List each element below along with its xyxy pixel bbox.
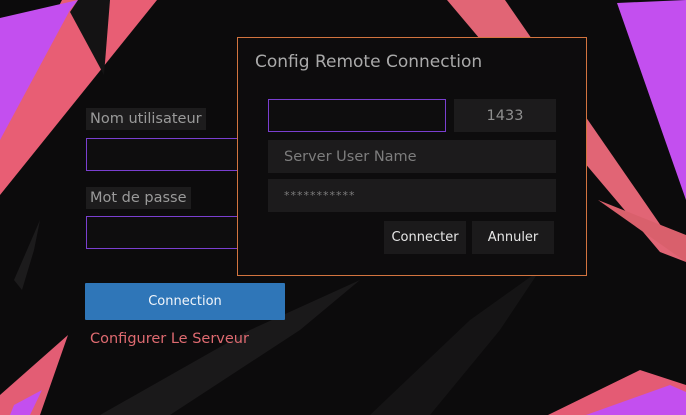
configure-server-link[interactable]: Configurer Le Serveur xyxy=(90,331,249,347)
connect-button[interactable]: Connecter xyxy=(384,221,466,254)
server-host-input[interactable] xyxy=(268,99,446,132)
server-password-input[interactable]: *********** xyxy=(268,179,556,212)
purple-shard xyxy=(617,0,686,200)
password-label: Mot de passe xyxy=(86,187,191,209)
port-input[interactable]: 1433 xyxy=(454,99,556,132)
dialog-title: Config Remote Connection xyxy=(255,52,483,72)
server-user-name-input[interactable]: Server User Name xyxy=(268,140,556,173)
dark-swoosh xyxy=(370,270,540,415)
login-button[interactable]: Connection xyxy=(85,283,285,320)
dark-swoosh xyxy=(14,220,40,290)
remote-connection-dialog: Config Remote Connection 1433 Server Use… xyxy=(237,37,587,276)
cancel-button[interactable]: Annuler xyxy=(472,221,554,254)
password-input[interactable] xyxy=(86,216,246,249)
username-input[interactable] xyxy=(86,138,246,171)
username-label: Nom utilisateur xyxy=(86,108,206,130)
